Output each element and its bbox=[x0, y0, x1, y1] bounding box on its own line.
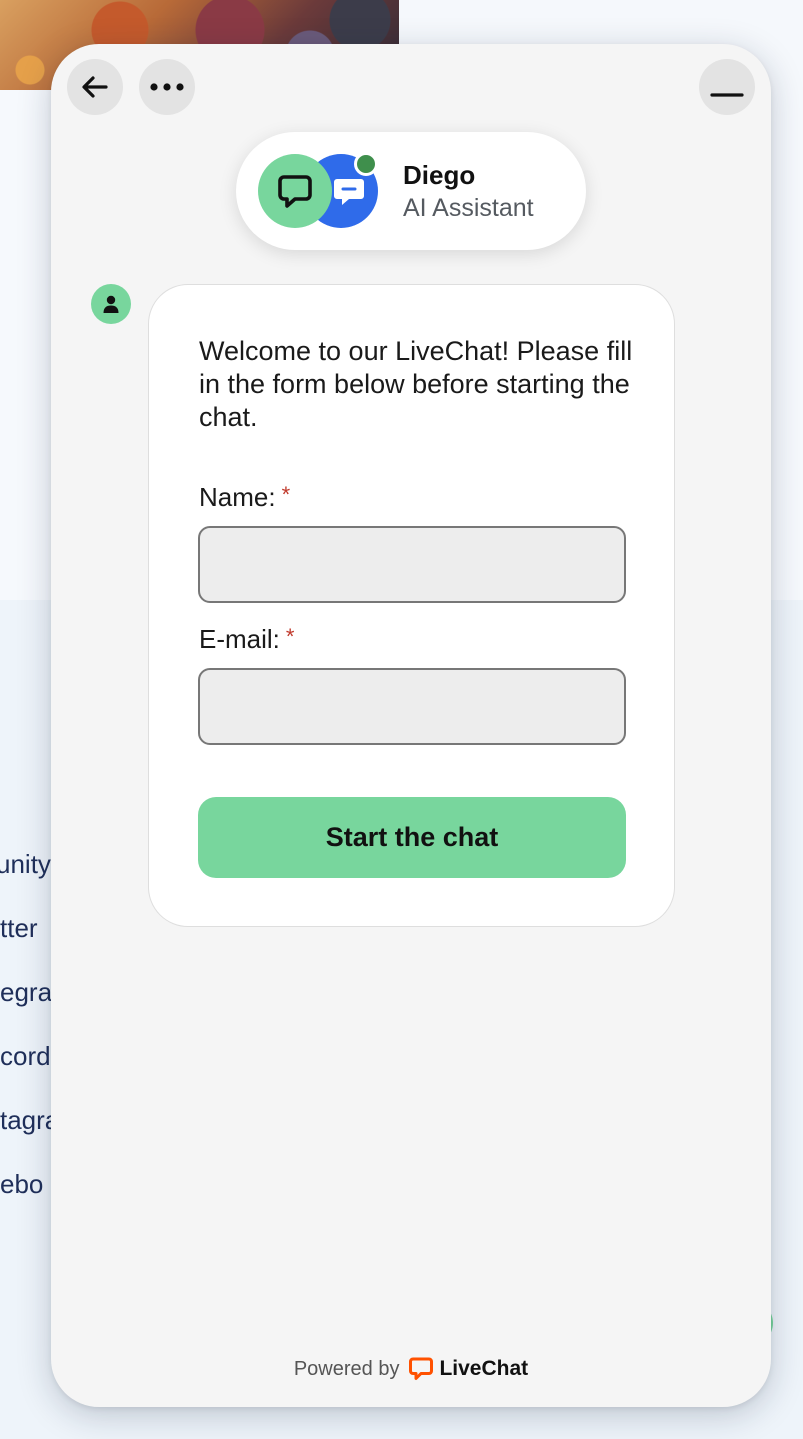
minimize-icon bbox=[710, 93, 744, 97]
agent-avatar bbox=[258, 154, 332, 228]
name-field-label: Name: * bbox=[199, 482, 290, 513]
message-sender-avatar bbox=[91, 284, 131, 324]
name-label-text: Name: bbox=[199, 482, 276, 512]
minimize-button[interactable] bbox=[699, 59, 755, 115]
agent-name: Diego bbox=[403, 160, 476, 190]
chat-widget: Diego AI Assistant Welcome to our LiveCh… bbox=[51, 44, 771, 1407]
required-mark: * bbox=[281, 482, 291, 507]
start-chat-button[interactable]: Start the chat bbox=[198, 797, 626, 878]
user-icon bbox=[103, 295, 119, 313]
welcome-message: Welcome to our LiveChat! Please fill in … bbox=[199, 336, 633, 432]
agent-role: AI Assistant bbox=[403, 194, 534, 222]
online-status-dot bbox=[354, 152, 378, 176]
name-input[interactable] bbox=[198, 526, 626, 603]
ellipsis-icon bbox=[150, 83, 184, 91]
back-button[interactable] bbox=[67, 59, 123, 115]
chat-bot-icon bbox=[334, 179, 364, 205]
livechat-logo-icon bbox=[278, 175, 312, 208]
more-options-button[interactable] bbox=[139, 59, 195, 115]
agent-info-card: Diego AI Assistant bbox=[236, 132, 586, 250]
livechat-brand-text: LiveChat bbox=[439, 1357, 529, 1380]
livechat-brand-link[interactable]: LiveChat bbox=[409, 1356, 528, 1382]
email-input[interactable] bbox=[198, 668, 626, 745]
required-mark: * bbox=[285, 624, 295, 649]
arrow-left-icon bbox=[82, 76, 108, 98]
powered-by-footer: Powered by LiveChat bbox=[51, 1356, 771, 1382]
prechat-form-card: Welcome to our LiveChat! Please fill in … bbox=[148, 284, 675, 927]
email-label-text: E-mail: bbox=[199, 624, 280, 654]
livechat-brand-icon bbox=[409, 1357, 434, 1380]
email-field-label: E-mail: * bbox=[199, 624, 294, 655]
powered-by-text: Powered by bbox=[293, 1357, 400, 1380]
